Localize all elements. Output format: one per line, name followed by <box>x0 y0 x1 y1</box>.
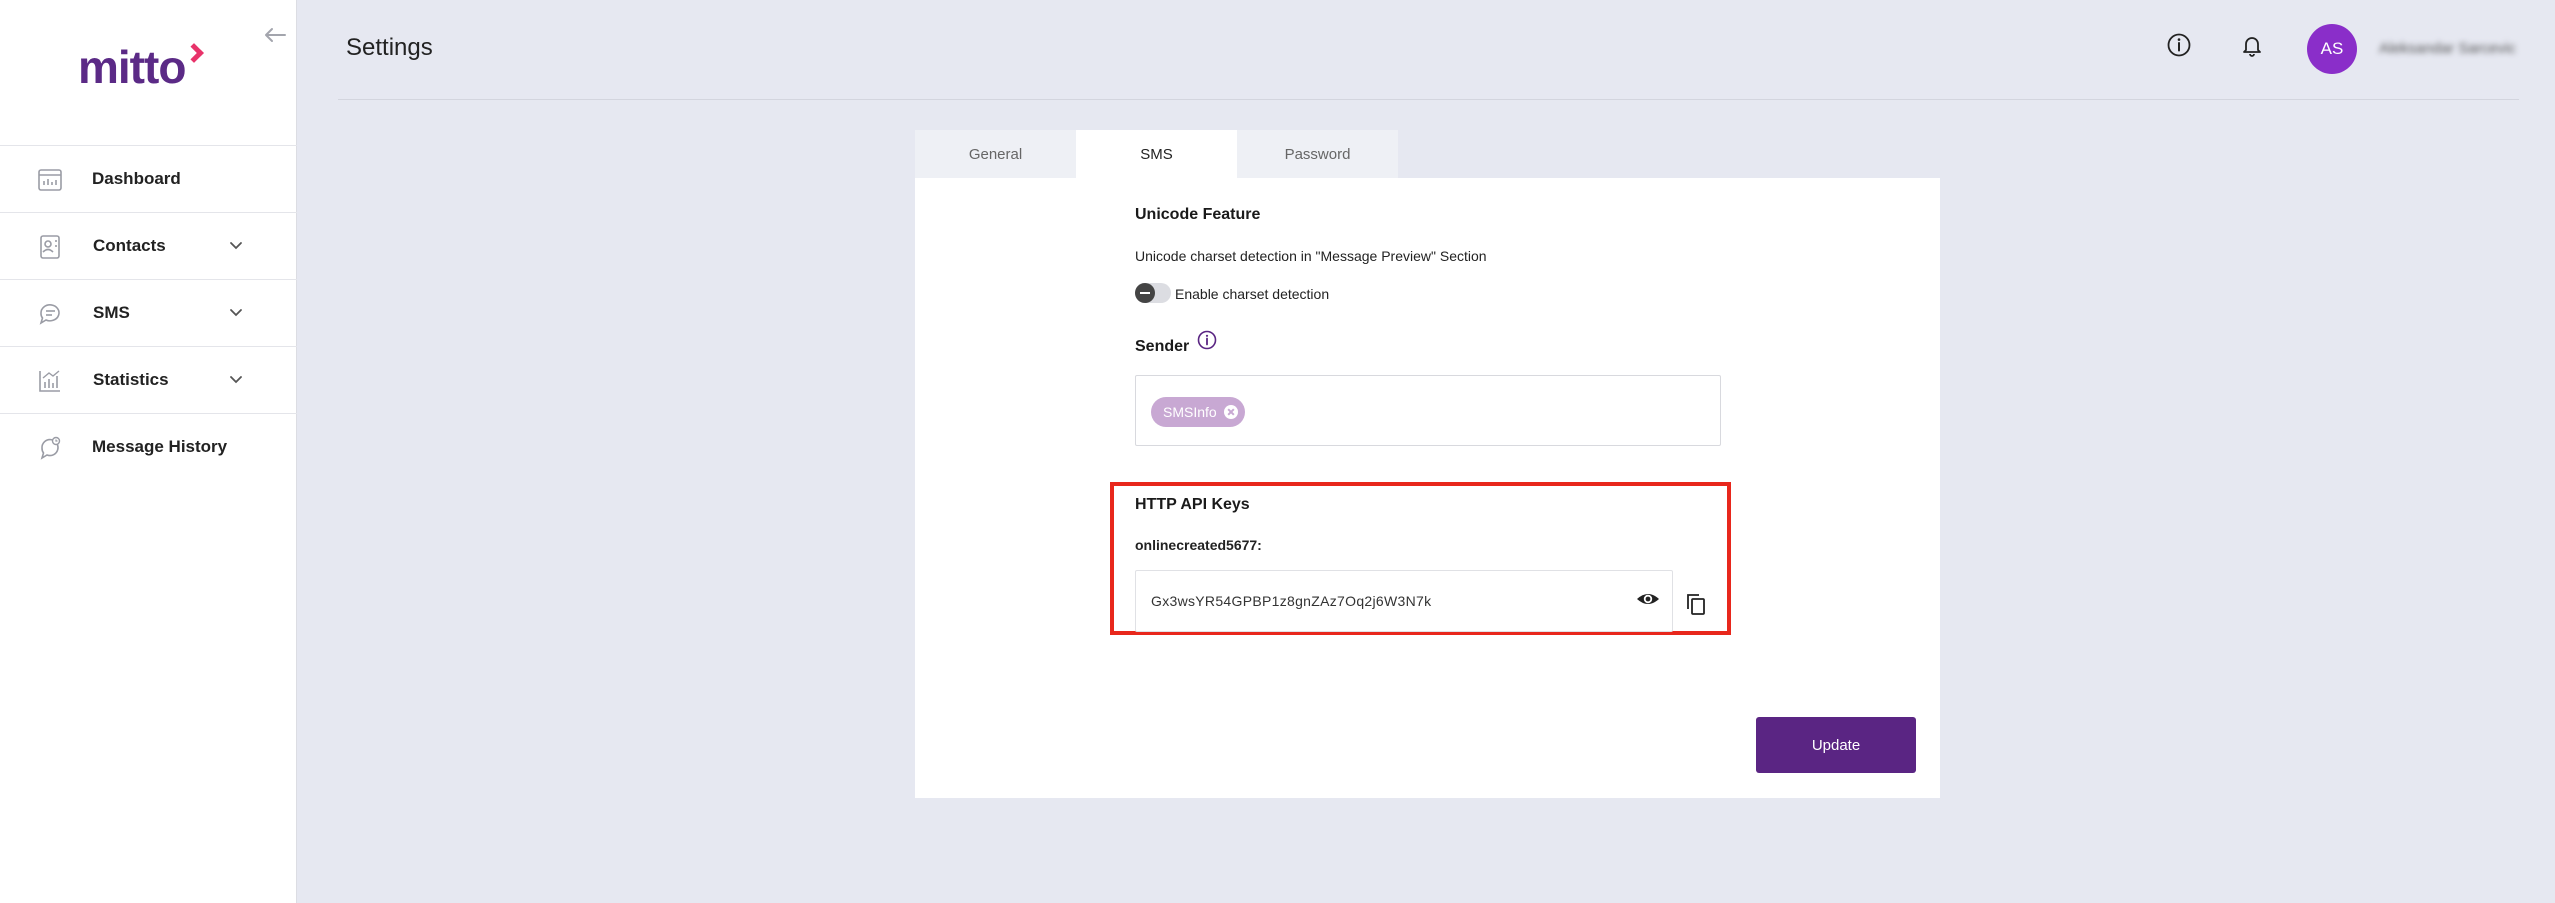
update-button[interactable]: Update <box>1756 717 1916 773</box>
sidebar-item-label: SMS <box>93 303 130 322</box>
api-key-value[interactable]: Gx3wsYR54GPBP1z8gnZAz7Oq2j6W3N7k <box>1151 593 1431 609</box>
sidebar-item-label: Statistics <box>93 370 169 389</box>
http-api-keys-title: HTTP API Keys <box>1135 496 1250 513</box>
logo-text: mitto <box>78 41 186 93</box>
charset-detection-toggle[interactable] <box>1135 283 1171 303</box>
statistics-icon <box>39 370 60 392</box>
notification-bell-icon[interactable] <box>2239 32 2265 58</box>
api-key-field[interactable]: Gx3wsYR54GPBP1z8gnZAz7Oq2j6W3N7k <box>1135 570 1673 632</box>
user-name[interactable]: Aleksandar Sarcevic <box>2379 40 2516 57</box>
copy-icon[interactable] <box>1684 592 1708 616</box>
mitto-logo[interactable]: mitto <box>78 41 205 93</box>
contacts-icon <box>40 235 60 259</box>
tab-password[interactable]: Password <box>1237 130 1398 178</box>
info-icon[interactable] <box>2166 32 2192 58</box>
sender-info-icon[interactable] <box>1197 330 1217 350</box>
dashboard-icon <box>38 169 62 191</box>
chevron-down-icon[interactable] <box>228 307 244 319</box>
sidebar-item-dashboard[interactable]: Dashboard <box>0 145 297 212</box>
unicode-feature-title: Unicode Feature <box>1135 206 1261 223</box>
sidebar-item-statistics[interactable]: Statistics <box>0 346 297 413</box>
remove-chip-icon[interactable] <box>1223 405 1238 419</box>
tab-sms[interactable]: SMS <box>1076 130 1237 178</box>
logo-chevron-icon <box>184 43 205 63</box>
sidebar-nav: Dashboard Contacts SMS Statistics Messag… <box>0 145 297 480</box>
sidebar-item-label: Contacts <box>93 236 166 255</box>
sender-input[interactable]: SMSInfo <box>1135 375 1721 446</box>
eye-icon[interactable] <box>1635 586 1661 612</box>
chevron-down-icon[interactable] <box>228 374 244 386</box>
sidebar-item-sms[interactable]: SMS <box>0 279 297 346</box>
sidebar-item-message-history[interactable]: Message History <box>0 413 297 480</box>
sms-icon <box>39 304 60 325</box>
charset-detection-label: Enable charset detection <box>1175 286 1330 302</box>
page-title: Settings <box>346 34 433 61</box>
settings-tabs: General SMS Password <box>915 130 1398 178</box>
sender-chip-label: SMSInfo <box>1163 404 1217 420</box>
chevron-down-icon[interactable] <box>228 240 244 252</box>
sidebar: mitto Dashboard Contacts SMS Statistics … <box>0 0 297 903</box>
unicode-description: Unicode charset detection in "Message Pr… <box>1135 248 1487 264</box>
avatar[interactable]: AS <box>2307 24 2357 74</box>
toggle-knob <box>1135 283 1155 303</box>
sender-chip[interactable]: SMSInfo <box>1151 397 1245 427</box>
message-history-icon <box>40 436 61 460</box>
collapse-sidebar-arrow-icon[interactable] <box>262 22 288 48</box>
tab-general[interactable]: General <box>915 130 1076 178</box>
api-account-label: onlinecreated5677: <box>1135 537 1262 553</box>
sidebar-item-label: Dashboard <box>92 169 181 188</box>
sidebar-item-label: Message History <box>92 437 228 456</box>
sidebar-item-contacts[interactable]: Contacts <box>0 212 297 279</box>
sender-title: Sender <box>1135 338 1190 355</box>
header-divider <box>338 99 2519 100</box>
